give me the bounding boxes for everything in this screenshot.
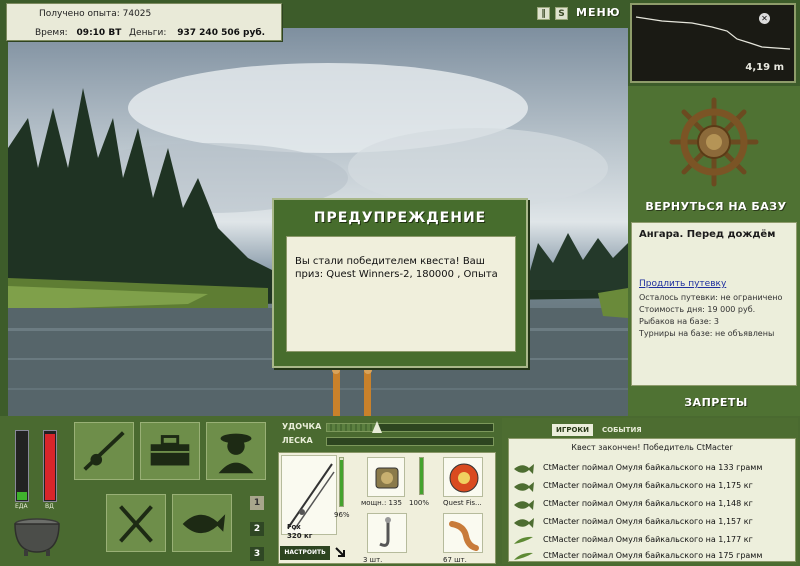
- line-spool-icon: [449, 463, 479, 493]
- time-row: Время: 09:10 ВТ: [35, 28, 121, 38]
- rod-weight: 320 кг: [287, 532, 313, 540]
- day-cost: Стоимость дня: 19 000 руб.: [639, 305, 756, 314]
- fisherman-slot[interactable]: [206, 422, 266, 480]
- fish-small-icon: [514, 482, 534, 492]
- ship-wheel-icon[interactable]: [668, 96, 760, 188]
- arrow-down-right-icon[interactable]: [334, 546, 346, 558]
- reel-percent: 100%: [409, 499, 430, 507]
- reel-icon: [375, 467, 399, 489]
- setup-button[interactable]: НАСТРОИТЬ: [280, 546, 330, 560]
- money-row: Деньги: 937 240 506 руб.: [129, 28, 265, 38]
- line-name: Quest Fis...: [443, 499, 482, 507]
- event-text: CtMacter поймал Омуля байкальского на 1,…: [543, 499, 753, 508]
- hook-icon: [379, 517, 391, 547]
- fishing-rod-icon: [83, 431, 125, 471]
- tournaments-status: Турниры на базе: не объявлены: [639, 329, 775, 338]
- line-tension-track: [326, 437, 494, 446]
- location-title: Ангара. Перед дождём: [639, 229, 776, 240]
- depth-value: 4,19 m: [745, 62, 784, 73]
- tension-bars: УДОЧКА ЛЕСКА: [278, 420, 496, 450]
- sound-icon[interactable]: S: [555, 7, 568, 20]
- dialog-title: ПРЕДУПРЕЖДЕНИЕ: [313, 210, 487, 226]
- event-text: CtMacter поймал Омуля байкальского на 1,…: [543, 481, 753, 490]
- dialog-message-box: Вы стали победителем квеста! Ваш приз: Q…: [286, 236, 516, 352]
- event-text: CtMacter поймал Омуля байкальского на 13…: [543, 463, 763, 472]
- hook-cell[interactable]: [367, 513, 407, 553]
- line-cell[interactable]: [443, 457, 483, 497]
- money-value: 937 240 506 руб.: [177, 28, 266, 38]
- experience-value: 74025: [122, 9, 152, 19]
- pause-icon[interactable]: ‖: [537, 7, 550, 20]
- return-to-base-button[interactable]: ВЕРНУТЬСЯ НА БАЗУ: [640, 200, 792, 213]
- tackle-box-icon: [150, 435, 190, 466]
- bait-count: 67 шт.: [443, 556, 467, 564]
- fish-catch-slot[interactable]: [172, 494, 232, 552]
- reel-condition-fill: [420, 458, 423, 494]
- tab-events[interactable]: СОБЫТИЯ: [598, 424, 646, 436]
- bait-cell[interactable]: [443, 513, 483, 553]
- page-button-1[interactable]: 1: [250, 496, 264, 510]
- fisherman-icon: [218, 433, 254, 474]
- permit-remaining: Осталось путевки: не ограничено: [639, 293, 783, 302]
- fish-icon: [182, 514, 226, 534]
- tab-players[interactable]: ИГРОКИ: [552, 424, 593, 436]
- menu-button[interactable]: МЕНЮ: [576, 6, 621, 19]
- cauldron-icon[interactable]: [10, 512, 64, 558]
- event-text: CtMacter поймал Омуля байкальского на 17…: [543, 551, 763, 560]
- time-label: Время:: [35, 28, 68, 38]
- fish-small-icon: [514, 518, 534, 528]
- vodka-gauge: [43, 430, 57, 502]
- experience-row: Получено опыта: 74025: [39, 9, 151, 19]
- time-value: 09:10 ВТ: [76, 28, 122, 38]
- fish-small-icon: [514, 536, 533, 544]
- page-button-2[interactable]: 2: [250, 522, 264, 536]
- page-button-3[interactable]: 3: [250, 547, 264, 561]
- quest-finished-message: Квест закончен! Победитель CtMacter: [571, 443, 733, 452]
- fish-small-icon: [514, 464, 534, 474]
- depth-map-panel[interactable]: ✕ 4,19 m: [630, 3, 796, 83]
- rod-tension-fill: [327, 424, 377, 431]
- player-stats-panel: Получено опыта: 74025 Время: 09:10 ВТ Де…: [6, 3, 282, 41]
- rod-tension-label: УДОЧКА: [282, 422, 322, 431]
- tension-marker-icon: [372, 421, 382, 433]
- extend-permit-link[interactable]: Продлить путевку: [639, 279, 726, 289]
- rod-tension-track: [326, 423, 494, 432]
- vodka-label: ВД: [45, 503, 54, 510]
- rod-percent: 96%: [334, 511, 350, 519]
- money-label: Деньги:: [129, 28, 167, 38]
- experience-label: Получено опыта:: [39, 9, 120, 19]
- fish-small-icon: [514, 500, 534, 510]
- reel-power: мощн.: 135: [361, 499, 402, 507]
- food-label: ЕДА: [15, 503, 28, 510]
- close-icon[interactable]: ✕: [759, 13, 770, 24]
- fishers-on-base: Рыбаков на базе: 3: [639, 317, 719, 326]
- location-info-panel: Ангара. Перед дождём Продлить путевку Ос…: [631, 222, 797, 386]
- fork-knife-icon: [119, 505, 153, 543]
- vodka-level-fill: [45, 433, 55, 500]
- food-gauge: [15, 430, 29, 502]
- chat-log: Квест закончен! Победитель CtMacter CtMa…: [508, 438, 796, 562]
- rod-condition-bar: [339, 457, 344, 507]
- worm-bait-icon: [449, 521, 479, 551]
- tackle-box-slot[interactable]: [140, 422, 200, 480]
- food-level-fill: [17, 491, 27, 500]
- fish-small-icon: [514, 552, 533, 560]
- events-chat-panel: ИГРОКИ СОБЫТИЯ Квест закончен! Победител…: [502, 418, 798, 564]
- event-text: CtMacter поймал Омуля байкальского на 1,…: [543, 535, 753, 544]
- warning-dialog[interactable]: ПРЕДУПРЕЖДЕНИЕ Вы стали победителем квес…: [272, 198, 528, 368]
- hook-count: 3 шт.: [363, 556, 383, 564]
- event-text: CtMacter поймал Омуля байкальского на 1,…: [543, 517, 753, 526]
- food-slot[interactable]: [106, 494, 166, 552]
- dialog-message: Вы стали победителем квеста! Ваш приз: Q…: [295, 256, 498, 280]
- rod-name: Fox: [287, 523, 301, 531]
- rod-slot[interactable]: [74, 422, 134, 480]
- line-tension-label: ЛЕСКА: [282, 436, 313, 445]
- reel-condition-bar: [419, 457, 424, 495]
- bans-button[interactable]: ЗАПРЕТЫ: [640, 396, 792, 409]
- reel-cell[interactable]: [367, 457, 405, 497]
- rod-condition-fill: [340, 459, 343, 506]
